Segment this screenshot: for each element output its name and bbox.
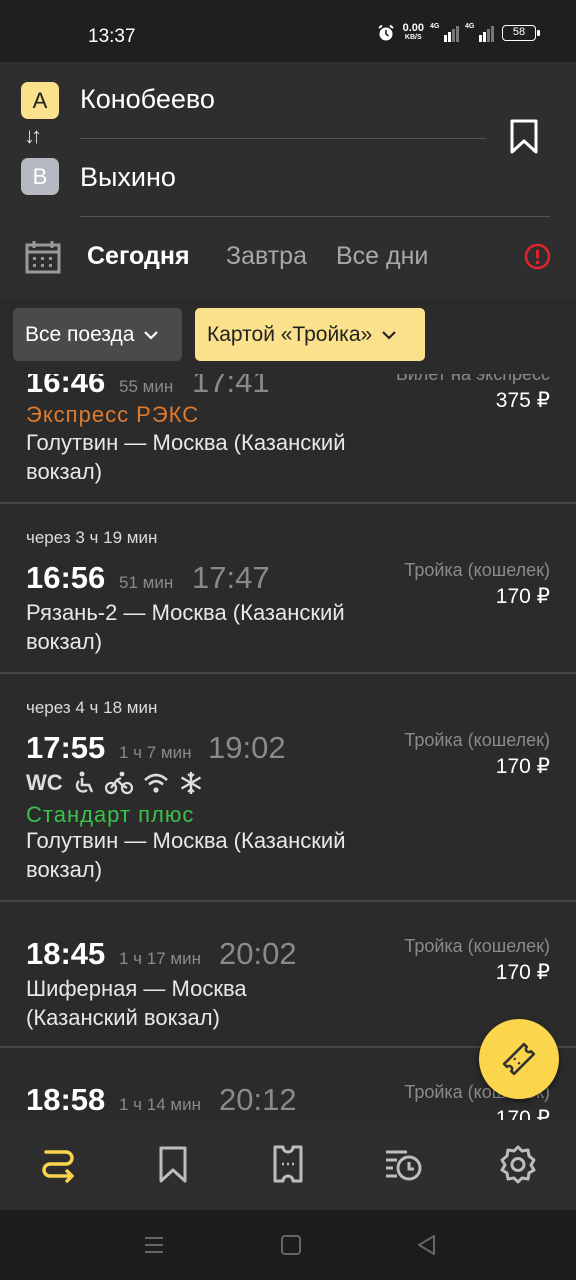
routes-icon[interactable] <box>38 1144 78 1184</box>
swap-stations-icon[interactable]: ↓↑ <box>24 123 42 149</box>
chevron-down-icon <box>382 330 396 340</box>
filter-bar: Все поезда Картой «Тройка» <box>0 298 576 374</box>
settings-icon[interactable] <box>498 1144 538 1184</box>
route-name: Шиферная — Москва (Казанский вокзал) <box>26 976 247 1030</box>
chevron-down-icon <box>144 330 159 340</box>
to-badge: B <box>21 158 59 195</box>
arrival-time: 17:47 <box>192 560 270 595</box>
system-navigation <box>0 1210 576 1280</box>
countdown: через 4 ч 18 мин <box>26 698 158 717</box>
departure-time: 18:58 <box>26 1082 106 1117</box>
tab-all-days[interactable]: Все дни <box>336 242 428 271</box>
network-type-2: 4G <box>465 23 475 30</box>
price: 170 ₽ <box>495 961 550 984</box>
alarm-icon <box>377 24 394 41</box>
departure-time: 18:45 <box>26 936 106 971</box>
route-name: Голутвин — Москва (Казанский вокзал) <box>26 828 346 882</box>
from-station[interactable]: Конобеево <box>80 84 215 115</box>
ticket-icon <box>502 1042 536 1076</box>
alert-icon[interactable] <box>524 243 551 270</box>
route-name: Рязань-2 — Москва (Казанский вокзал) <box>26 600 345 654</box>
battery-icon: 58 <box>502 25 540 41</box>
duration: 1 ч 7 мин <box>119 743 192 762</box>
route-header: A ↓↑ B Конобеево Выхино Сегодня Завтра В… <box>0 62 576 298</box>
history-icon[interactable] <box>383 1144 423 1184</box>
price: 375 ₽ <box>495 389 550 412</box>
train-row[interactable]: 16:46 55 мин 17:41 Билет на экспресс 375… <box>0 374 576 504</box>
divider <box>80 216 550 217</box>
divider <box>80 138 486 139</box>
signal-2-icon: 4G <box>465 23 494 42</box>
train-type: Экспресс РЭКС <box>26 402 200 427</box>
fare-label: Билет на экспресс <box>395 374 550 384</box>
departure-time: 17:55 <box>26 730 106 765</box>
back-icon[interactable] <box>415 1234 439 1256</box>
status-icons: 0.00 KB/S 4G 4G 58 <box>377 22 540 42</box>
speed-unit: KB/S <box>404 34 422 41</box>
price: 170 ₽ <box>495 585 550 608</box>
bottom-navigation <box>0 1120 576 1210</box>
train-filter-label: Все поезда <box>25 322 135 346</box>
tab-tomorrow[interactable]: Завтра <box>226 242 307 271</box>
departure-time: 16:46 <box>26 374 106 399</box>
home-icon[interactable] <box>279 1234 303 1256</box>
bookmark-icon[interactable] <box>508 119 540 155</box>
fare-label: Тройка (кошелек) <box>404 730 550 750</box>
speed-value: 0.00 <box>402 22 424 34</box>
signal-1-icon: 4G <box>430 23 459 42</box>
countdown: через 3 ч 19 мин <box>26 528 158 547</box>
train-row[interactable]: через 3 ч 19 мин 16:56 51 мин 17:47 Трой… <box>0 504 576 674</box>
calendar-icon[interactable] <box>25 240 61 274</box>
train-type: Стандарт плюс <box>26 802 195 827</box>
amenities: WC <box>26 770 203 796</box>
recent-apps-icon[interactable] <box>142 1234 166 1256</box>
arrival-time: 17:41 <box>192 374 270 399</box>
status-time: 13:37 <box>88 26 136 47</box>
duration: 51 мин <box>119 573 174 592</box>
price: 170 ₽ <box>495 1107 550 1120</box>
price: 170 ₽ <box>495 755 550 778</box>
duration: 55 мин <box>119 377 174 396</box>
wc-icon: WC <box>26 770 63 795</box>
tab-today[interactable]: Сегодня <box>87 242 190 271</box>
network-type-1: 4G <box>430 23 440 30</box>
bookmark-icon[interactable] <box>153 1144 193 1184</box>
payment-filter-dropdown[interactable]: Картой «Тройка» <box>195 308 425 361</box>
train-filter-dropdown[interactable]: Все поезда <box>13 308 182 361</box>
wheelchair-icon <box>75 771 93 793</box>
to-station[interactable]: Выхино <box>80 162 176 193</box>
fare-label: Тройка (кошелек) <box>404 560 550 580</box>
route-name: Голутвин — Москва (Казанский вокзал) <box>26 430 346 484</box>
network-speed: 0.00 KB/S <box>402 22 424 42</box>
train-row[interactable]: 18:45 1 ч 17 мин 20:02 Тройка (кошелек) … <box>0 902 576 1048</box>
arrival-time: 20:12 <box>219 1082 297 1117</box>
train-list[interactable]: 16:46 55 мин 17:41 Билет на экспресс 375… <box>0 374 576 1120</box>
bicycle-icon <box>104 771 133 795</box>
status-bar: 13:37 0.00 KB/S 4G 4G 58 <box>0 0 576 62</box>
duration: 1 ч 14 мин <box>119 1095 201 1114</box>
train-row[interactable]: через 4 ч 18 мин 17:55 1 ч 7 мин 19:02 Т… <box>0 674 576 902</box>
arrival-time: 20:02 <box>219 936 297 971</box>
tickets-fab-button[interactable] <box>479 1019 559 1099</box>
arrival-time: 19:02 <box>208 730 286 765</box>
fare-label: Тройка (кошелек) <box>404 936 550 956</box>
snowflake-icon <box>180 772 201 794</box>
payment-filter-label: Картой «Тройка» <box>207 322 373 346</box>
ticket-icon[interactable] <box>268 1144 308 1184</box>
duration: 1 ч 17 мин <box>119 949 201 968</box>
from-badge: A <box>21 82 59 119</box>
wifi-icon <box>143 773 168 793</box>
departure-time: 16:56 <box>26 560 106 595</box>
